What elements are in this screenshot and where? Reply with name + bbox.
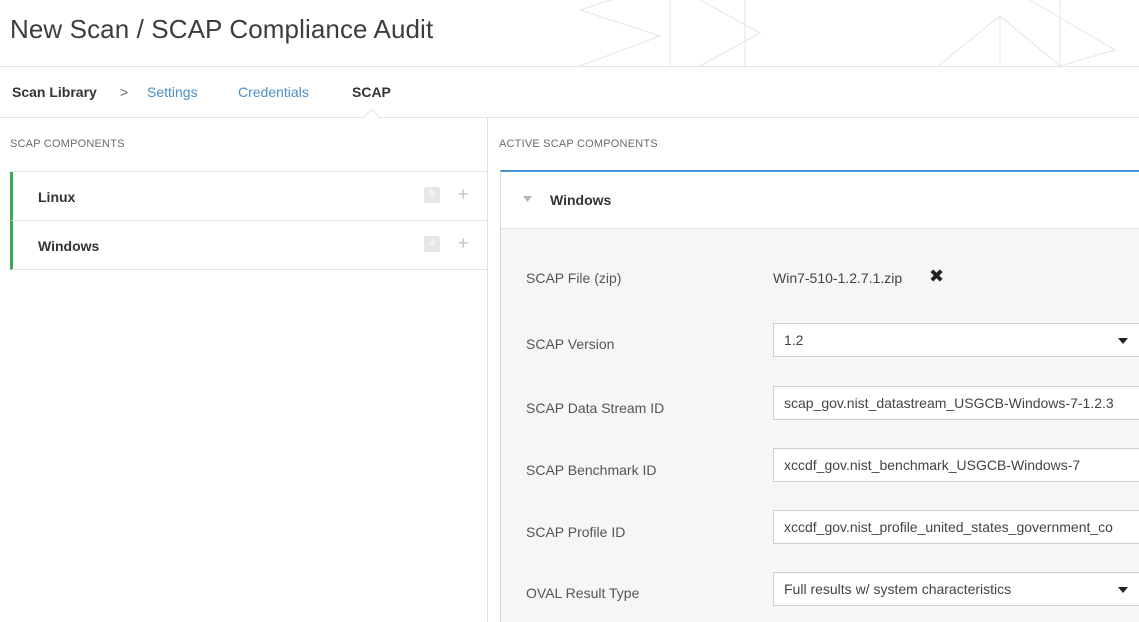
scap-components-heading: SCAP COMPONENTS <box>10 138 125 150</box>
scap-datastream-label: SCAP Data Stream ID <box>526 400 665 416</box>
scap-benchmark-input[interactable]: xccdf_gov.nist_benchmark_USGCB-Windows-7 <box>773 448 1139 482</box>
oval-result-type-select[interactable]: Full results w/ system characteristics <box>773 572 1139 606</box>
caret-down-icon[interactable] <box>523 196 532 202</box>
scap-version-label: SCAP Version <box>526 336 615 352</box>
oval-result-type-label: OVAL Result Type <box>526 585 640 601</box>
chevron-right-icon: > <box>120 84 129 100</box>
scap-version-select[interactable]: 1.2 <box>773 323 1139 357</box>
dropdown-caret-icon[interactable] <box>1118 338 1128 344</box>
component-count-badge: 5 <box>424 187 440 203</box>
windows-component-card: Windows SCAP File (zip) Win7-510-1.2.7.1… <box>500 170 1139 622</box>
header-decoration <box>579 0 1117 66</box>
scap-datastream-input[interactable]: scap_gov.nist_datastream_USGCB-Windows-7… <box>773 386 1139 420</box>
active-scap-components-panel: ACTIVE SCAP COMPONENTS Windows SCAP File… <box>488 118 1139 622</box>
scap-file-name: Win7-510-1.2.7.1.zip <box>773 270 903 286</box>
active-scap-components-heading: ACTIVE SCAP COMPONENTS <box>499 138 658 150</box>
plus-icon[interactable]: + <box>458 233 469 253</box>
page-header: New Scan / SCAP Compliance Audit <box>0 0 1139 67</box>
scap-components-panel: SCAP COMPONENTS Linux 5 + Windows 4 + <box>0 118 488 622</box>
card-body: SCAP File (zip) Win7-510-1.2.7.1.zip ✖ S… <box>501 229 1139 622</box>
scap-profile-input[interactable]: xccdf_gov.nist_profile_united_states_gov… <box>773 510 1139 544</box>
scap-profile-label: SCAP Profile ID <box>526 524 626 540</box>
card-header[interactable]: Windows <box>501 172 1139 229</box>
component-name: Linux <box>38 189 76 205</box>
tab-credentials[interactable]: Credentials <box>238 84 309 100</box>
tab-scap[interactable]: SCAP <box>352 84 391 100</box>
scan-subnav: Scan Library > Settings Credentials SCAP <box>0 67 1139 118</box>
breadcrumb-scan-library[interactable]: Scan Library <box>12 84 97 100</box>
component-count-badge: 4 <box>424 236 440 252</box>
component-item-windows[interactable]: Windows 4 + <box>10 221 487 270</box>
scap-file-label: SCAP File (zip) <box>526 270 622 286</box>
component-name: Windows <box>38 238 100 254</box>
close-icon[interactable]: ✖ <box>929 265 944 287</box>
dropdown-caret-icon[interactable] <box>1118 587 1128 593</box>
tab-settings[interactable]: Settings <box>147 84 198 100</box>
scap-benchmark-label: SCAP Benchmark ID <box>526 462 657 478</box>
component-item-linux[interactable]: Linux 5 + <box>10 172 487 221</box>
scap-component-list: Linux 5 + Windows 4 + <box>10 171 487 270</box>
plus-icon[interactable]: + <box>458 184 469 204</box>
page-title: New Scan / SCAP Compliance Audit <box>10 14 434 44</box>
card-title: Windows <box>550 192 612 208</box>
